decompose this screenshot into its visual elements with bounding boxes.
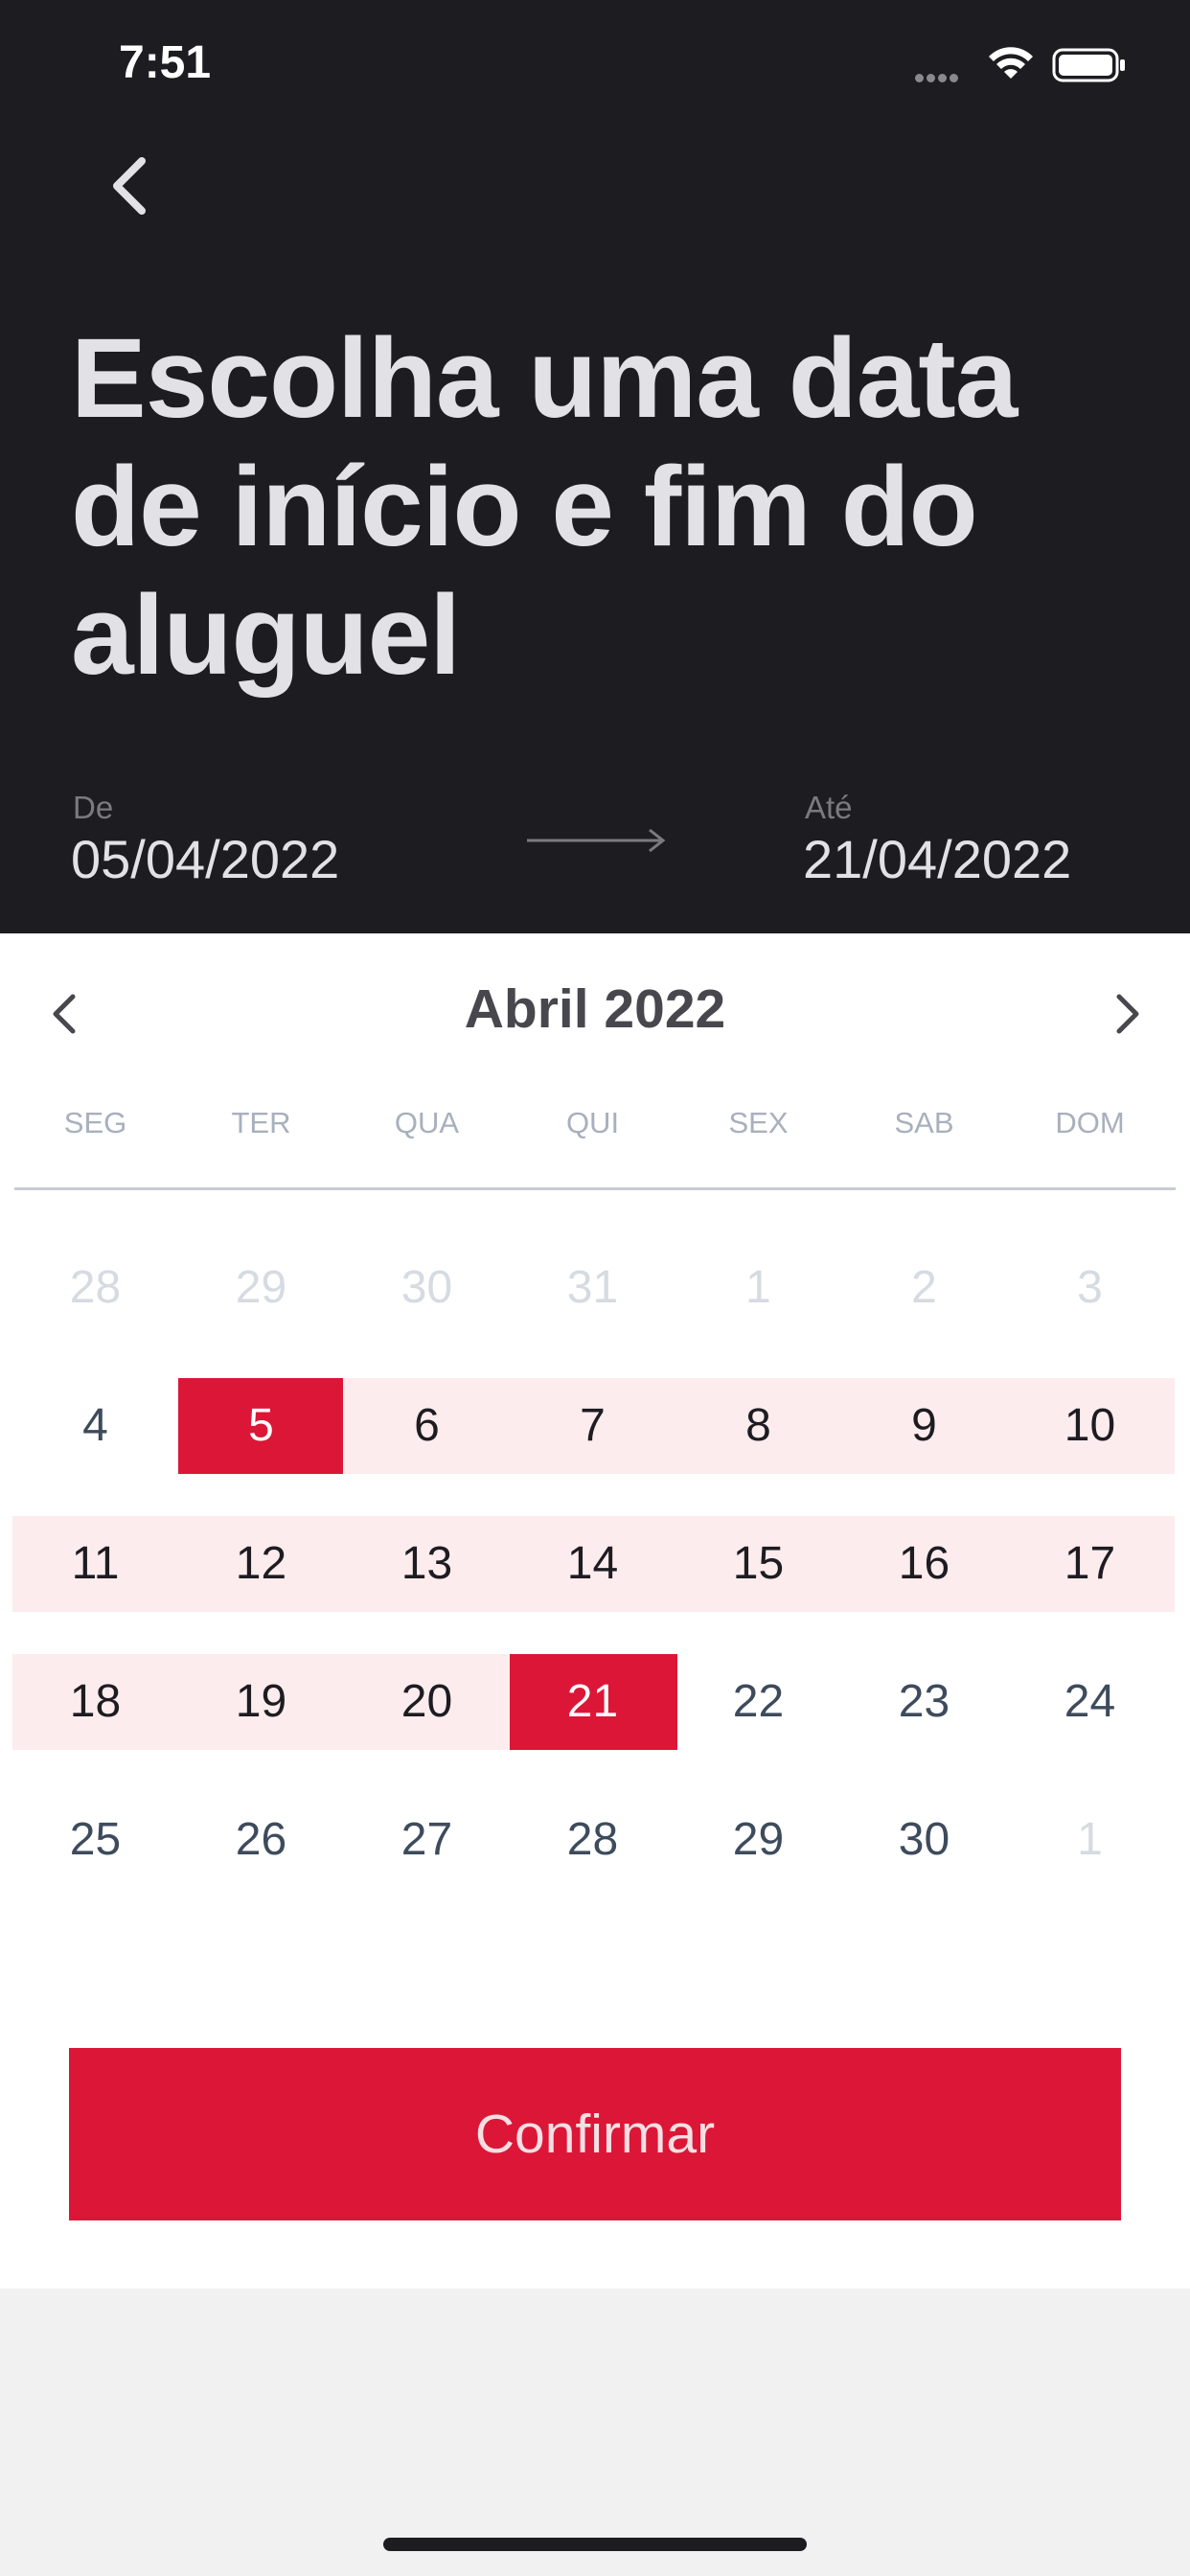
home-indicator bbox=[383, 2538, 807, 2551]
next-month-icon[interactable] bbox=[1108, 987, 1146, 1041]
to-label: Até bbox=[805, 790, 853, 825]
calendar-day[interactable]: 30 bbox=[841, 1792, 1007, 1888]
calendar-day-in-range[interactable]: 16 bbox=[841, 1516, 1007, 1612]
calendar-day[interactable]: 26 bbox=[178, 1792, 344, 1888]
calendar-day-end[interactable]: 21 bbox=[510, 1654, 675, 1750]
signal-icon bbox=[915, 70, 961, 87]
calendar-day-start[interactable]: 5 bbox=[178, 1378, 344, 1474]
calendar-day-in-range[interactable]: 18 bbox=[12, 1654, 178, 1750]
calendar-day-in-range[interactable]: 12 bbox=[178, 1516, 344, 1612]
from-date: 05/04/2022 bbox=[71, 829, 340, 889]
calendar-day-disabled: 28 bbox=[69, 1262, 122, 1313]
calendar-day[interactable]: 22 bbox=[675, 1654, 841, 1750]
status-time: 7:51 bbox=[119, 37, 212, 88]
weekday-label: SAB bbox=[894, 1106, 954, 1139]
calendar-day-in-range[interactable]: 9 bbox=[841, 1378, 1007, 1474]
to-date: 21/04/2022 bbox=[803, 829, 1072, 889]
month-title: Abril 2022 bbox=[464, 978, 726, 1040]
calendar-day-in-range[interactable]: 7 bbox=[510, 1378, 675, 1474]
confirm-button[interactable]: Confirmar bbox=[69, 2048, 1121, 2220]
calendar-day-in-range[interactable]: 14 bbox=[510, 1516, 675, 1612]
calendar-day-disabled: 29 bbox=[235, 1262, 287, 1313]
weekday-label: QUA bbox=[394, 1106, 460, 1139]
calendar-day-disabled: 1 bbox=[1077, 1814, 1103, 1865]
calendar-day-in-range[interactable]: 13 bbox=[344, 1516, 510, 1612]
calendar-day-in-range[interactable]: 10 bbox=[1007, 1378, 1173, 1474]
calendar-day[interactable]: 25 bbox=[12, 1792, 178, 1888]
weekday-label: QUI bbox=[565, 1106, 620, 1139]
weekday-label: SEG bbox=[63, 1106, 127, 1139]
weekday-divider bbox=[14, 1187, 1176, 1190]
calendar-day-in-range[interactable]: 19 bbox=[178, 1654, 344, 1750]
calendar-day-in-range[interactable]: 8 bbox=[675, 1378, 841, 1474]
calendar-day-disabled: 30 bbox=[400, 1262, 453, 1313]
battery-icon bbox=[1052, 48, 1125, 82]
calendar-day-in-range[interactable]: 15 bbox=[675, 1516, 841, 1612]
calendar-day-disabled: 1 bbox=[745, 1262, 771, 1313]
calendar-day[interactable]: 27 bbox=[344, 1792, 510, 1888]
from-label: De bbox=[73, 790, 114, 825]
weekday-label: SEX bbox=[728, 1106, 789, 1139]
calendar-day[interactable]: 28 bbox=[510, 1792, 675, 1888]
weekday-label: DOM bbox=[1055, 1106, 1125, 1139]
weekday-label: TER bbox=[231, 1106, 291, 1139]
calendar-day-disabled: 31 bbox=[566, 1262, 619, 1313]
calendar-day[interactable]: 29 bbox=[675, 1792, 841, 1888]
calendar-day[interactable]: 4 bbox=[12, 1378, 178, 1474]
calendar-day-in-range[interactable]: 17 bbox=[1007, 1516, 1173, 1612]
back-chevron-icon[interactable] bbox=[96, 148, 163, 224]
calendar-day-in-range[interactable]: 6 bbox=[344, 1378, 510, 1474]
arrow-right-icon bbox=[527, 828, 666, 853]
calendar-day-disabled: 3 bbox=[1077, 1262, 1103, 1313]
calendar-day-in-range[interactable]: 11 bbox=[12, 1516, 178, 1612]
calendar-day[interactable]: 23 bbox=[841, 1654, 1007, 1750]
wifi-icon bbox=[989, 47, 1033, 79]
calendar-day-in-range[interactable]: 20 bbox=[344, 1654, 510, 1750]
page-title: Escolha uma data de início e fim do alug… bbox=[71, 315, 1018, 699]
calendar-day[interactable]: 24 bbox=[1007, 1654, 1173, 1750]
calendar-day-disabled: 2 bbox=[911, 1262, 937, 1313]
